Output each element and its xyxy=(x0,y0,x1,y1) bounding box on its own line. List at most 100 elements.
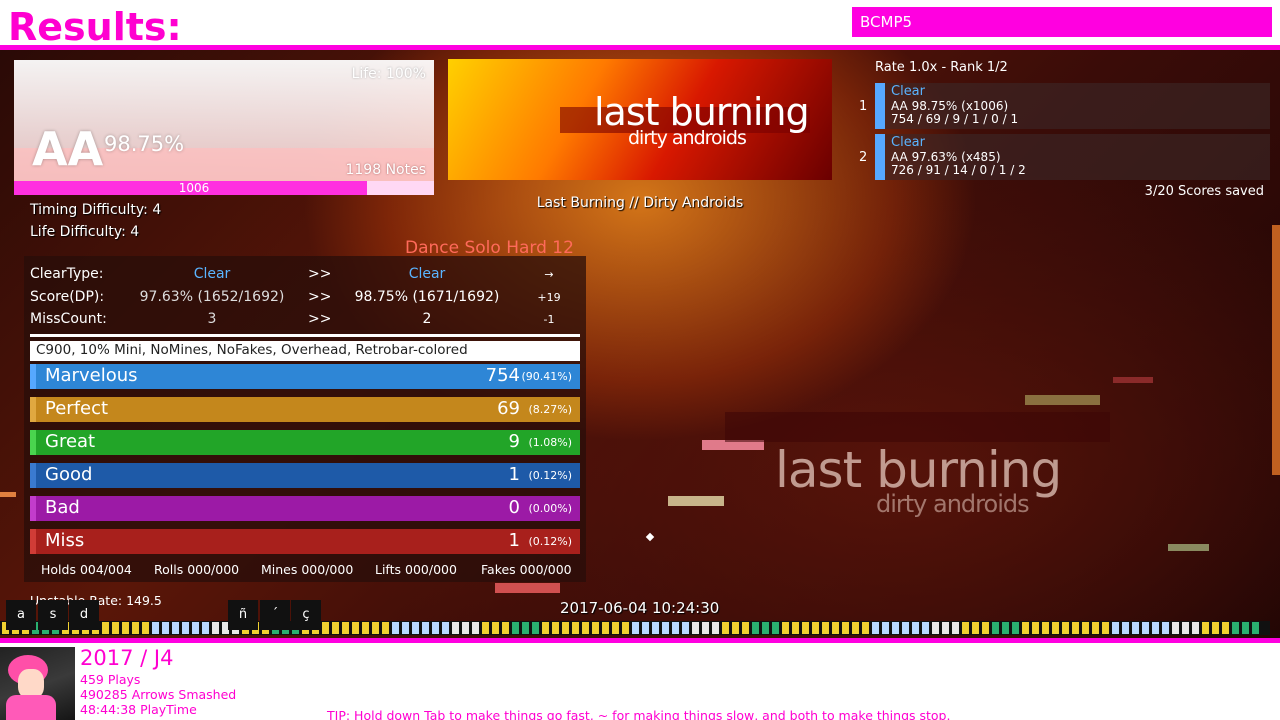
timing-tick xyxy=(442,622,449,634)
score-entry[interactable]: 1 Clear AA 98.75% (x1006) 754 / 69 / 9 /… xyxy=(859,83,1270,129)
timing-tick xyxy=(942,622,949,634)
profile-year-title: 2017 / J4 xyxy=(80,646,174,670)
banner-subtitle: dirty androids xyxy=(628,127,747,149)
timing-tick xyxy=(432,622,439,634)
judgment-count: 69 xyxy=(497,398,520,419)
timing-tick xyxy=(642,622,649,634)
timing-tick xyxy=(412,622,419,634)
timing-tick xyxy=(852,622,859,634)
timing-tick xyxy=(652,622,659,634)
judgment-row-miss: Miss 1 (0.12%) xyxy=(30,529,580,554)
tip-text: TIP: Hold down Tab to make things go fas… xyxy=(327,708,951,720)
timing-tick xyxy=(592,622,599,634)
background-streak xyxy=(0,492,16,497)
timing-tick xyxy=(752,622,759,634)
timing-tick xyxy=(112,622,119,634)
timing-tick xyxy=(1142,622,1149,634)
timing-tick xyxy=(372,622,379,634)
timing-tick xyxy=(502,622,509,634)
lifts-stat: Lifts 000/000 xyxy=(375,562,457,577)
timing-tick xyxy=(532,622,539,634)
life-percent: Life: 100% xyxy=(351,66,426,82)
timing-tick xyxy=(1012,622,1019,634)
key-n-tilde: ñ xyxy=(228,600,258,630)
score-entry[interactable]: 2 Clear AA 97.63% (x485) 726 / 91 / 14 /… xyxy=(859,134,1270,180)
judgment-percent: (0.00%) xyxy=(528,502,572,515)
grade-panel: Life: 100% AA 98.75% 1198 Notes xyxy=(14,60,434,182)
timing-tick xyxy=(1252,622,1259,634)
timing-tick xyxy=(1092,622,1099,634)
background-logo-shadow xyxy=(725,412,1110,442)
timing-tick xyxy=(682,622,689,634)
timing-tick xyxy=(832,622,839,634)
timing-tick xyxy=(392,622,399,634)
judgment-count: 1 xyxy=(508,464,520,485)
play-datetime: 2017-06-04 10:24:30 xyxy=(560,599,720,617)
timing-strip xyxy=(0,621,1270,635)
timing-tick xyxy=(202,622,209,634)
score-clear-bar xyxy=(875,134,885,180)
timing-difficulty: Timing Difficulty: 4 xyxy=(30,202,162,218)
timing-tick xyxy=(452,622,459,634)
timing-tick xyxy=(772,622,779,634)
page-title: Results: xyxy=(8,5,182,49)
timing-tick xyxy=(482,622,489,634)
background-logo: last burning xyxy=(775,441,1062,499)
judgment-row-marvelous: Marvelous 754 (90.41%) xyxy=(30,364,580,389)
max-combo-value: 1006 xyxy=(178,181,210,195)
timing-tick xyxy=(522,622,529,634)
timing-tick xyxy=(1172,622,1179,634)
timing-tick xyxy=(152,622,159,634)
timing-tick xyxy=(762,622,769,634)
judgment-count: 0 xyxy=(508,497,520,518)
timing-tick xyxy=(782,622,789,634)
timing-tick xyxy=(662,622,669,634)
timing-tick xyxy=(932,622,939,634)
notes-count: 1198 Notes xyxy=(345,162,426,178)
timing-tick xyxy=(922,622,929,634)
timing-tick xyxy=(512,622,519,634)
header-bar: Results: BCMP5 xyxy=(0,0,1280,50)
background-streak xyxy=(1168,544,1209,551)
banner-title: last burning xyxy=(594,90,810,134)
background-dot xyxy=(645,532,655,542)
max-combo-bar: 1006 xyxy=(14,181,434,195)
timing-tick xyxy=(172,622,179,634)
chart-difficulty: Dance Solo Hard 12 xyxy=(405,238,574,258)
timing-tick xyxy=(472,622,479,634)
timing-tick xyxy=(352,622,359,634)
judgment-percent: (0.12%) xyxy=(528,535,572,548)
timing-tick xyxy=(1202,622,1209,634)
timing-tick xyxy=(322,622,329,634)
score-compare-panel: ClearType: Clear >> Clear → Score(DP): 9… xyxy=(24,256,586,582)
timing-tick xyxy=(812,622,819,634)
judgment-row-great: Great 9 (1.08%) xyxy=(30,430,580,455)
timing-tick xyxy=(382,622,389,634)
timing-tick xyxy=(462,622,469,634)
timing-tick xyxy=(872,622,879,634)
timing-tick xyxy=(582,622,589,634)
rolls-stat: Rolls 000/000 xyxy=(154,562,240,577)
timing-tick xyxy=(402,622,409,634)
timing-tick xyxy=(1002,622,1009,634)
judgment-edge xyxy=(30,430,36,455)
timing-tick xyxy=(572,622,579,634)
avatar[interactable] xyxy=(0,647,75,720)
rate-rank: Rate 1.0x - Rank 1/2 xyxy=(875,60,1008,75)
timing-tick xyxy=(822,622,829,634)
timing-tick xyxy=(702,622,709,634)
background-streak xyxy=(495,583,560,593)
timing-tick xyxy=(742,622,749,634)
timing-tick xyxy=(1232,622,1239,634)
timing-tick xyxy=(792,622,799,634)
background-streak xyxy=(1113,377,1153,383)
compare-label: Score(DP): xyxy=(30,289,105,305)
key-acute: ´ xyxy=(260,600,290,630)
judgment-count: 9 xyxy=(508,431,520,452)
timing-tick xyxy=(192,622,199,634)
compare-arrow: >> xyxy=(308,266,332,282)
compare-arrow: >> xyxy=(308,311,332,327)
profile-box: BCMP5 xyxy=(852,7,1272,37)
timing-tick xyxy=(1222,622,1229,634)
compare-old: 3 xyxy=(207,311,217,327)
